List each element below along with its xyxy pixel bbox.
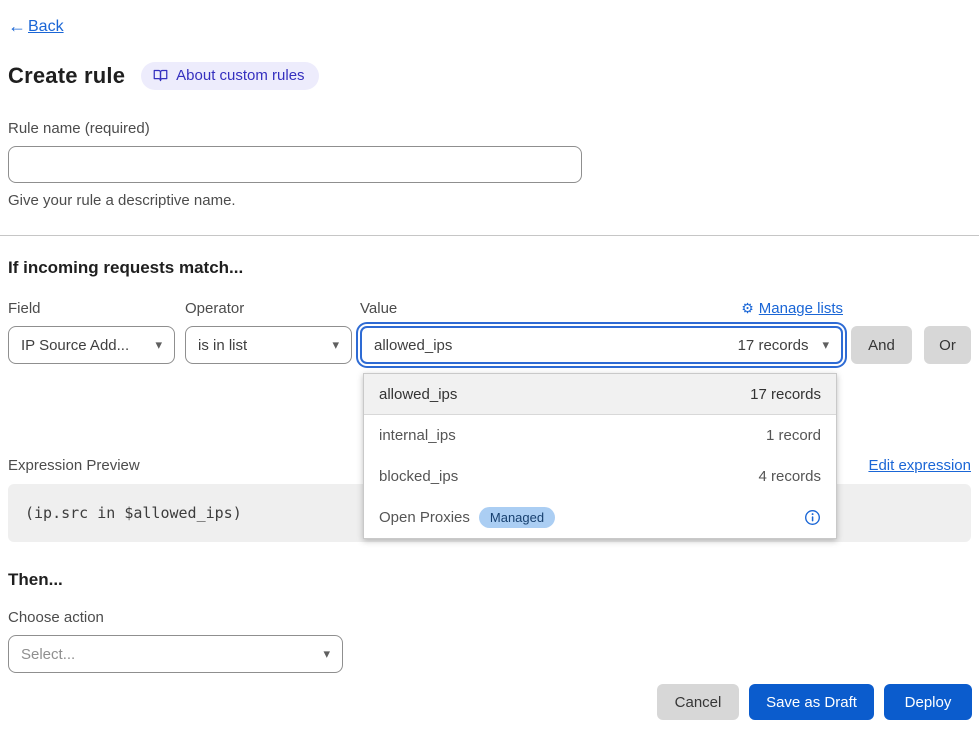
gear-icon: ⚙ xyxy=(741,300,754,317)
list-name: Open Proxies xyxy=(379,509,470,526)
value-select-records: 17 records xyxy=(738,337,809,354)
list-records: 4 records xyxy=(758,468,821,485)
match-section-heading: If incoming requests match... xyxy=(8,258,971,278)
dropdown-item-internal-ips[interactable]: internal_ips 1 record xyxy=(364,415,836,456)
list-records: 17 records xyxy=(750,386,821,403)
dropdown-item-open-proxies[interactable]: Open Proxies Managed xyxy=(364,497,836,538)
chevron-down-icon: ▾ xyxy=(332,337,339,353)
title-row: Create rule About custom rules xyxy=(8,62,971,90)
back-link[interactable]: ←Back xyxy=(8,16,64,37)
info-icon[interactable] xyxy=(804,509,821,526)
chevron-down-icon: ▾ xyxy=(822,337,829,353)
rule-name-label: Rule name (required) xyxy=(8,120,971,137)
choose-action-label: Choose action xyxy=(8,609,971,626)
value-select-wrap: allowed_ips 17 records ▾ allowed_ips 17 … xyxy=(360,326,843,364)
page-title: Create rule xyxy=(8,63,125,89)
back-link-label: Back xyxy=(28,18,64,36)
cancel-button[interactable]: Cancel xyxy=(657,684,739,720)
list-records: 1 record xyxy=(766,427,821,444)
or-button[interactable]: Or xyxy=(924,326,971,364)
then-section-heading: Then... xyxy=(8,570,971,590)
field-column: Field IP Source Add... ▾ xyxy=(8,299,175,364)
dropdown-item-blocked-ips[interactable]: blocked_ips 4 records xyxy=(364,456,836,497)
field-select[interactable]: IP Source Add... ▾ xyxy=(8,326,175,364)
manage-lists-label: Manage lists xyxy=(759,300,843,317)
footer-actions: Cancel Save as Draft Deploy xyxy=(657,684,972,720)
about-custom-rules-link[interactable]: About custom rules xyxy=(141,62,318,90)
and-or-buttons: And Or xyxy=(851,326,971,364)
dropdown-item-allowed-ips[interactable]: allowed_ips 17 records xyxy=(364,374,836,415)
action-select[interactable]: Select... ▾ xyxy=(8,635,343,673)
rule-name-input[interactable] xyxy=(8,146,582,183)
field-select-value: IP Source Add... xyxy=(21,337,129,354)
list-name: allowed_ips xyxy=(379,386,457,403)
back-row: ←Back xyxy=(8,16,971,37)
condition-row: Field IP Source Add... ▾ Operator is in … xyxy=(8,299,971,364)
chevron-down-icon: ▾ xyxy=(155,337,162,353)
managed-badge: Managed xyxy=(479,507,555,528)
value-column: Value ⚙ Manage lists allowed_ips 17 reco… xyxy=(360,299,843,364)
about-custom-rules-label: About custom rules xyxy=(176,67,304,84)
operator-label: Operator xyxy=(185,300,244,317)
value-label: Value xyxy=(360,300,397,317)
edit-expression-link[interactable]: Edit expression xyxy=(868,457,971,474)
create-rule-page: ←Back Create rule About custom rules Rul… xyxy=(0,0,979,739)
back-arrow-icon: ← xyxy=(8,16,26,37)
manage-lists-link[interactable]: ⚙ Manage lists xyxy=(741,300,843,317)
save-as-draft-button[interactable]: Save as Draft xyxy=(749,684,874,720)
value-dropdown-panel: allowed_ips 17 records internal_ips 1 re… xyxy=(363,373,837,539)
list-name: internal_ips xyxy=(379,427,456,444)
chevron-down-icon: ▾ xyxy=(323,646,330,662)
rule-name-group: Rule name (required) Give your rule a de… xyxy=(8,120,971,209)
expression-preview-label: Expression Preview xyxy=(8,457,140,474)
operator-select[interactable]: is in list ▾ xyxy=(185,326,352,364)
expression-code: (ip.src in $allowed_ips) xyxy=(25,504,242,522)
deploy-button[interactable]: Deploy xyxy=(884,684,972,720)
list-name: blocked_ips xyxy=(379,468,458,485)
rule-name-helper: Give your rule a descriptive name. xyxy=(8,192,971,209)
operator-select-value: is in list xyxy=(198,337,247,354)
operator-column: Operator is in list ▾ xyxy=(185,299,352,364)
value-select[interactable]: allowed_ips 17 records ▾ xyxy=(360,326,843,364)
book-icon xyxy=(153,68,168,83)
value-select-value: allowed_ips xyxy=(374,337,452,354)
section-divider xyxy=(0,235,979,236)
field-label: Field xyxy=(8,300,41,317)
action-select-placeholder: Select... xyxy=(21,646,75,663)
and-button[interactable]: And xyxy=(851,326,912,364)
